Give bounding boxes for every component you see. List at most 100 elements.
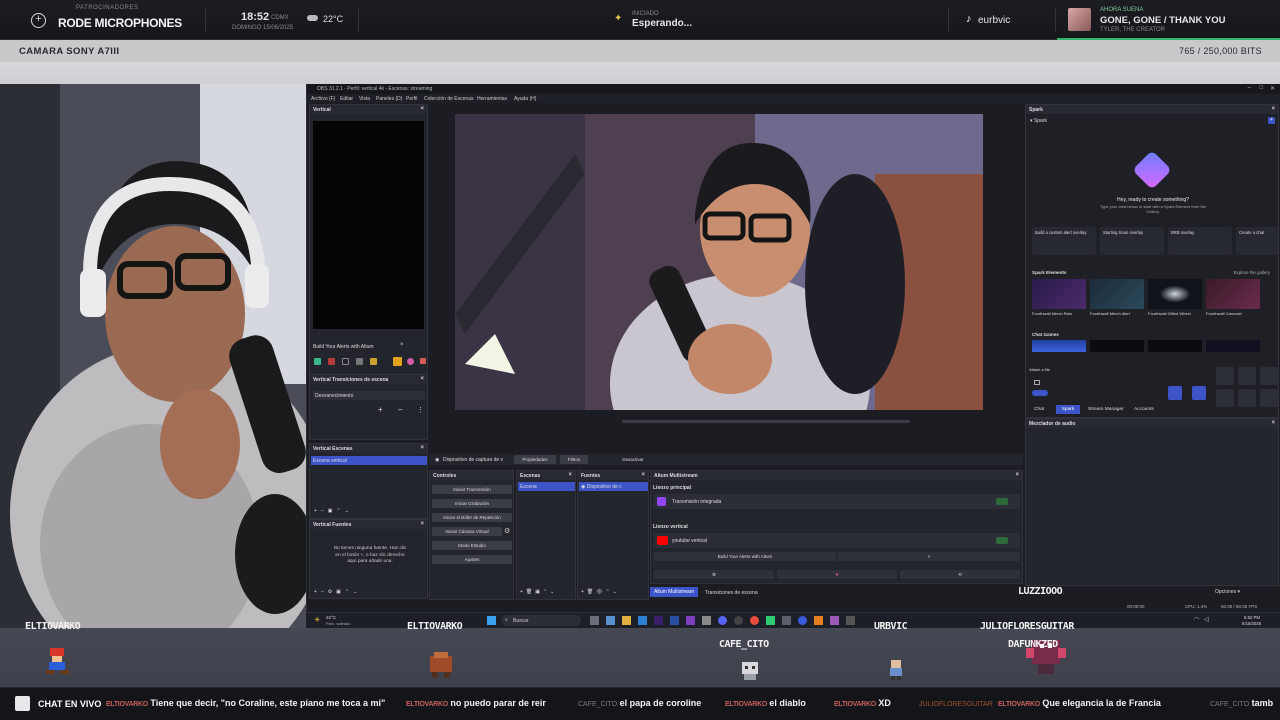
start-recording-button[interactable]: Iniciar Grabación xyxy=(432,499,512,508)
maximize-button[interactable]: □ xyxy=(1259,85,1263,91)
taskbar-search[interactable]: ⌕ Buscar xyxy=(501,615,581,626)
close-icon[interactable]: × xyxy=(1271,106,1275,112)
toolbar-icon-4[interactable] xyxy=(356,358,363,365)
spark-add-button[interactable]: + xyxy=(1268,117,1275,124)
chrome-icon[interactable] xyxy=(750,616,759,625)
altum-share-button[interactable]: ⟲ xyxy=(900,570,1020,579)
obs-icon[interactable] xyxy=(734,616,743,625)
vertical-destination-row[interactable]: youtube vertical xyxy=(654,533,1020,548)
spark-tab-accounts[interactable]: Accounts xyxy=(1134,407,1154,412)
headphones-icon[interactable] xyxy=(1168,386,1182,400)
menu-archivo[interactable]: Archivo (F) xyxy=(311,96,335,102)
close-window-button[interactable]: ✕ xyxy=(1270,85,1275,92)
game-thumb-2[interactable] xyxy=(1090,340,1144,352)
element-thumb-4[interactable] xyxy=(1206,279,1260,309)
close-icon[interactable]: × xyxy=(400,342,404,348)
tab-transitions[interactable]: Transiciones de escena xyxy=(705,590,758,596)
youtube-toggle[interactable] xyxy=(996,537,1008,544)
quick-button-2[interactable] xyxy=(1238,367,1256,385)
quick-button-5[interactable] xyxy=(1238,389,1256,407)
game-thumb-4[interactable] xyxy=(1206,340,1260,352)
element-thumb-1[interactable] xyxy=(1032,279,1086,309)
settings-button[interactable]: Ajustes xyxy=(432,555,512,564)
toolbar-icon-5[interactable] xyxy=(370,358,377,365)
stream-toggle[interactable] xyxy=(996,498,1008,505)
spark-tab-stream-manager[interactable]: Stream Manager xyxy=(1088,407,1124,412)
spark-card-alert[interactable]: Build a custom alert overlay xyxy=(1032,227,1096,255)
add-icon[interactable]: + xyxy=(378,405,383,414)
scene-item-vertical[interactable]: Escena vertical xyxy=(311,456,427,465)
menu-editar[interactable]: Editar xyxy=(340,96,353,102)
gear-icon[interactable]: ⚙ xyxy=(504,527,510,535)
taskbar-app-7[interactable] xyxy=(686,616,695,625)
attach-file-label[interactable]: Attach a file xyxy=(1029,367,1050,372)
virtual-camera-button[interactable]: Iniciar Cámara Virtual xyxy=(432,527,502,536)
mode-pill[interactable] xyxy=(1032,390,1048,396)
game-thumb-1[interactable] xyxy=(1032,340,1086,352)
quick-button-4[interactable] xyxy=(1216,389,1234,407)
filters-button[interactable]: Filtros xyxy=(560,455,588,464)
tab-altum-multistream[interactable]: Altum Multistream xyxy=(650,587,698,597)
menu-perfil[interactable]: Perfil xyxy=(406,96,417,102)
taskbar-app-2[interactable] xyxy=(606,616,615,625)
spark-explore-link[interactable]: Explore the gallery xyxy=(1234,270,1270,275)
build-alerts-button[interactable]: Build Your Alerts with Altum xyxy=(654,552,836,561)
element-thumb-2[interactable] xyxy=(1090,279,1144,309)
game-thumb-3[interactable] xyxy=(1148,340,1202,352)
spark-card-starting[interactable]: Starting Soon overlay xyxy=(1100,227,1164,255)
spark-tab-chat[interactable]: Chat xyxy=(1034,407,1044,412)
taskbar-app-8[interactable] xyxy=(702,616,711,625)
spark-card-chat[interactable]: Create a chat xyxy=(1236,227,1278,255)
minimize-button[interactable]: – xyxy=(1248,85,1251,91)
taskbar-app-1[interactable] xyxy=(590,616,599,625)
main-destination-row[interactable]: Transmisión integrada xyxy=(654,494,1020,509)
mic-icon[interactable] xyxy=(1192,386,1206,400)
obs-preview-canvas[interactable] xyxy=(455,114,983,410)
taskbar-app-14[interactable] xyxy=(846,616,855,625)
spark-card-brb[interactable]: BRB overlay xyxy=(1168,227,1232,255)
studio-mode-button[interactable]: Modo Estudio xyxy=(432,541,512,550)
preview-scrollbar[interactable] xyxy=(447,420,977,424)
image-icon[interactable] xyxy=(1034,380,1040,385)
spark-tab-spark[interactable]: Spark xyxy=(1056,405,1080,414)
quick-button-6[interactable] xyxy=(1260,389,1278,407)
start-stream-button[interactable]: Iniciar Transmisión xyxy=(432,485,512,494)
toolbar-icon-7[interactable] xyxy=(407,358,414,365)
taskbar-app-5[interactable] xyxy=(654,616,663,625)
replay-buffer-button[interactable]: Iniciar el Búfer de Repetición xyxy=(432,513,512,522)
transition-select[interactable]: Desvanecimiento xyxy=(313,391,425,400)
quick-button-1[interactable] xyxy=(1216,367,1234,385)
discord-icon[interactable] xyxy=(718,616,727,625)
menu-vista[interactable]: Vista xyxy=(359,96,370,102)
close-icon[interactable]: × xyxy=(420,376,424,382)
taskbar-app-9[interactable] xyxy=(766,616,775,625)
toolbar-icon-6[interactable] xyxy=(393,357,402,366)
toolbar-icon-2[interactable] xyxy=(328,358,335,365)
taskbar-app-10[interactable] xyxy=(782,616,791,625)
taskbar-app-3[interactable] xyxy=(622,616,631,625)
scene-item[interactable]: Escena xyxy=(518,482,575,491)
toolbar-icon-1[interactable] xyxy=(314,358,321,365)
menu-paneles[interactable]: Paneles (D) xyxy=(376,96,402,102)
toolbar-icon-8[interactable] xyxy=(420,358,426,364)
altum-heart-button[interactable]: ♥ xyxy=(777,570,897,579)
close-icon[interactable]: × xyxy=(420,521,424,527)
quick-button-3[interactable] xyxy=(1260,367,1278,385)
options-button[interactable]: Opciones ▾ xyxy=(1215,589,1240,595)
close-icon[interactable]: × xyxy=(420,445,424,451)
menu-ayuda[interactable]: Ayuda (H) xyxy=(514,96,536,102)
toolbar-icon-3[interactable] xyxy=(342,358,349,365)
taskbar-app-13[interactable] xyxy=(830,616,839,625)
deactivate-button[interactable]: Desactivar xyxy=(613,455,653,464)
more-icon[interactable]: ⋮ xyxy=(417,406,424,414)
menu-coleccion[interactable]: Colección de Escenas xyxy=(424,96,473,102)
properties-button[interactable]: Propiedades xyxy=(514,455,556,464)
close-icon[interactable]: × xyxy=(1015,472,1019,478)
preview-scrollbar-thumb[interactable] xyxy=(622,420,910,423)
close-alerts-button[interactable]: × xyxy=(838,552,1020,561)
close-icon[interactable]: × xyxy=(641,472,645,478)
taskbar-app-12[interactable] xyxy=(814,616,823,625)
close-icon[interactable]: × xyxy=(1271,420,1275,426)
wifi-icon[interactable]: ◠ xyxy=(1194,616,1199,623)
windows-start-icon[interactable] xyxy=(487,616,496,625)
